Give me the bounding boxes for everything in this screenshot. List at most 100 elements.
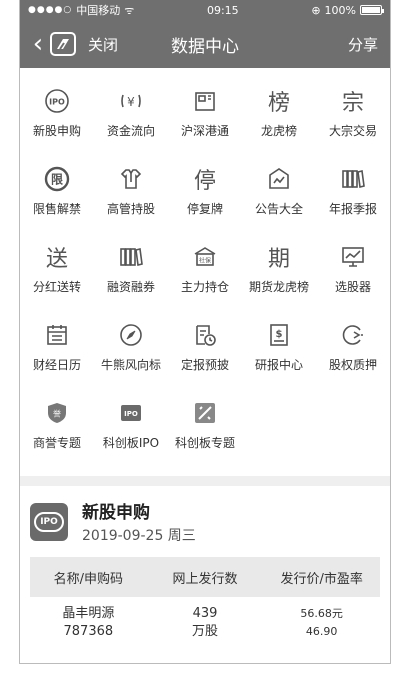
books-icon (116, 242, 146, 272)
grid-item-4[interactable]: 榜龙虎榜 (242, 78, 316, 156)
signal-icon: ●●●●○ (28, 5, 73, 15)
announcement-icon (264, 164, 294, 194)
books-icon (338, 164, 368, 194)
grid-item-18[interactable]: 定报预披 (168, 312, 242, 390)
grid-item-label: 研报中心 (254, 358, 303, 372)
app-logo-icon (50, 32, 76, 56)
kcb-ipo-icon: IPO (116, 398, 146, 428)
song-icon: 送 (45, 247, 68, 272)
grid-item-9[interactable]: 公告大全 (242, 156, 316, 234)
grid-item-label: 科创板IPO (102, 436, 160, 450)
grid-item-15[interactable]: 选股器 (316, 234, 390, 312)
carrier: 中国移动 (76, 4, 121, 17)
grid-item-19[interactable]: $ 研报中心 (242, 312, 316, 390)
ipo-header[interactable]: IPO 新股申购 2019-09-25 周三 (20, 486, 390, 553)
grid-item-label: 高管持股 (106, 202, 155, 216)
svg-text:誉: 誉 (53, 409, 61, 419)
grid-item-20[interactable]: 股权质押 (316, 312, 390, 390)
grid-item-label: 科创板专题 (174, 436, 235, 450)
shield-icon: 誉 (42, 398, 72, 428)
calendar-icon (42, 320, 72, 350)
zong-icon: 宗 (341, 91, 364, 116)
stock-code: 787368 (63, 624, 114, 639)
svg-text:IPO: IPO (124, 410, 138, 418)
column-header-price: 发行价/市盈率 (280, 571, 363, 587)
grid-item-12[interactable]: 融资融券 (94, 234, 168, 312)
grid-item-16[interactable]: 财经日历 (20, 312, 94, 390)
svg-text:社保: 社保 (199, 257, 211, 265)
grid-item-label: 大宗交易 (328, 124, 377, 138)
svg-text:¥: ¥ (127, 95, 135, 109)
grid-item-7[interactable]: 高管持股 (94, 156, 168, 234)
ipo-title: 新股申购 (82, 503, 150, 523)
ipo-icon: IPO (42, 86, 72, 116)
nav-bar: ‹ 关闭 数据中心 分享 (20, 20, 390, 68)
lock-rotation-icon: ⊕ (311, 3, 321, 17)
grid-item-5[interactable]: 宗大宗交易 (316, 78, 390, 156)
grid-item-3[interactable]: 沪深港通 (168, 78, 242, 156)
pe-ratio: 46.90 (305, 625, 338, 638)
grid-item-6[interactable]: 限限售解禁 (20, 156, 94, 234)
issue-unit: 万股 (191, 624, 218, 639)
bang-icon: 榜 (267, 91, 290, 116)
grid-item-22[interactable]: IPO 科创板IPO (94, 390, 168, 468)
grid-item-2[interactable]: ¥ 资金流向 (94, 78, 168, 156)
feature-grid: IPO 新股申购 ¥ 资金流向 沪深港通榜龙虎榜宗大宗交易限限售解禁 高管持股停停复牌 公告… (20, 68, 390, 468)
ting-icon: 停 (193, 169, 216, 194)
grid-item-label: 股权质押 (328, 358, 377, 372)
qi-icon: 期 (267, 247, 290, 272)
grid-item-13[interactable]: 社保 主力持仓 (168, 234, 242, 312)
kcb-topic-icon (190, 398, 220, 428)
issue-price: 56.68元 (300, 607, 343, 620)
grid-item-8[interactable]: 停停复牌 (168, 156, 242, 234)
grid-item-label: 新股申购 (32, 124, 81, 138)
grid-item-label: 停复牌 (186, 202, 223, 216)
battery-icon (360, 5, 384, 15)
monitor-chart-icon (338, 242, 368, 272)
grid-item-label: 分红送转 (32, 280, 81, 294)
grid-item-11[interactable]: 送分红送转 (20, 234, 94, 312)
grid-item-21[interactable]: 誉商誉专题 (20, 390, 94, 468)
shebao-icon: 社保 (190, 242, 220, 272)
report-clock-icon (190, 320, 220, 350)
grid-item-label: 期货龙虎榜 (248, 280, 309, 294)
section-divider (20, 476, 390, 486)
share-button[interactable]: 分享 (348, 34, 378, 55)
grid-item-1[interactable]: IPO 新股申购 (20, 78, 94, 156)
shirt-icon (116, 164, 146, 194)
back-button[interactable]: ‹ (28, 30, 48, 58)
close-button[interactable]: 关闭 (88, 34, 118, 55)
ipo-icon: IPO (30, 502, 68, 541)
battery-percent: 100% (324, 3, 356, 17)
phone-screen: ●●●●○ 中国移动 ᯤ 09:15 ⊕ 100% ‹ 关闭 数据中心 分享 I… (19, 0, 391, 664)
grid-item-label: 年报季报 (328, 202, 377, 216)
ipo-date: 2019-09-25 周三 (82, 528, 196, 544)
research-icon: $ (264, 320, 294, 350)
ipo-table-header: 名称/申购码 网上发行数 发行价/市盈率 (30, 557, 380, 597)
wifi-icon: ᯤ (124, 3, 135, 17)
yuan-icon: ¥ (116, 86, 146, 116)
grid-item-label: 牛熊风向标 (100, 358, 161, 372)
issue-number: 439 (192, 606, 218, 621)
svg-text:IPO: IPO (49, 98, 65, 107)
grid-item-label: 公告大全 (254, 202, 303, 216)
grid-item-label: 财经日历 (32, 358, 81, 372)
grid-item-17[interactable]: 牛熊风向标 (94, 312, 168, 390)
grid-item-14[interactable]: 期期货龙虎榜 (242, 234, 316, 312)
grid-item-label: 商誉专题 (32, 436, 81, 450)
compass-icon (116, 320, 146, 350)
svg-text:$: $ (276, 329, 283, 340)
ipo-section: IPO 新股申购 2019-09-25 周三 名称/申购码 网上发行数 发行价/… (20, 486, 390, 641)
grid-item-10[interactable]: 年报季报 (316, 156, 390, 234)
grid-item-label: 融资融券 (106, 280, 155, 294)
stock-name: 晶丰明源 (62, 606, 115, 621)
grid-item-label: 限售解禁 (32, 202, 81, 216)
xian-icon: 限 (42, 164, 72, 194)
column-header-name: 名称/申购码 (53, 571, 124, 587)
grid-item-label: 沪深港通 (180, 124, 229, 138)
grid-item-label: 主力持仓 (180, 280, 229, 294)
grid-item-label: 定报预披 (180, 358, 229, 372)
status-bar: ●●●●○ 中国移动 ᯤ 09:15 ⊕ 100% (20, 0, 390, 20)
table-row[interactable]: 晶丰明源 787368 439 万股 56.68元 46.90 (30, 597, 380, 641)
grid-item-23[interactable]: 科创板专题 (168, 390, 242, 468)
